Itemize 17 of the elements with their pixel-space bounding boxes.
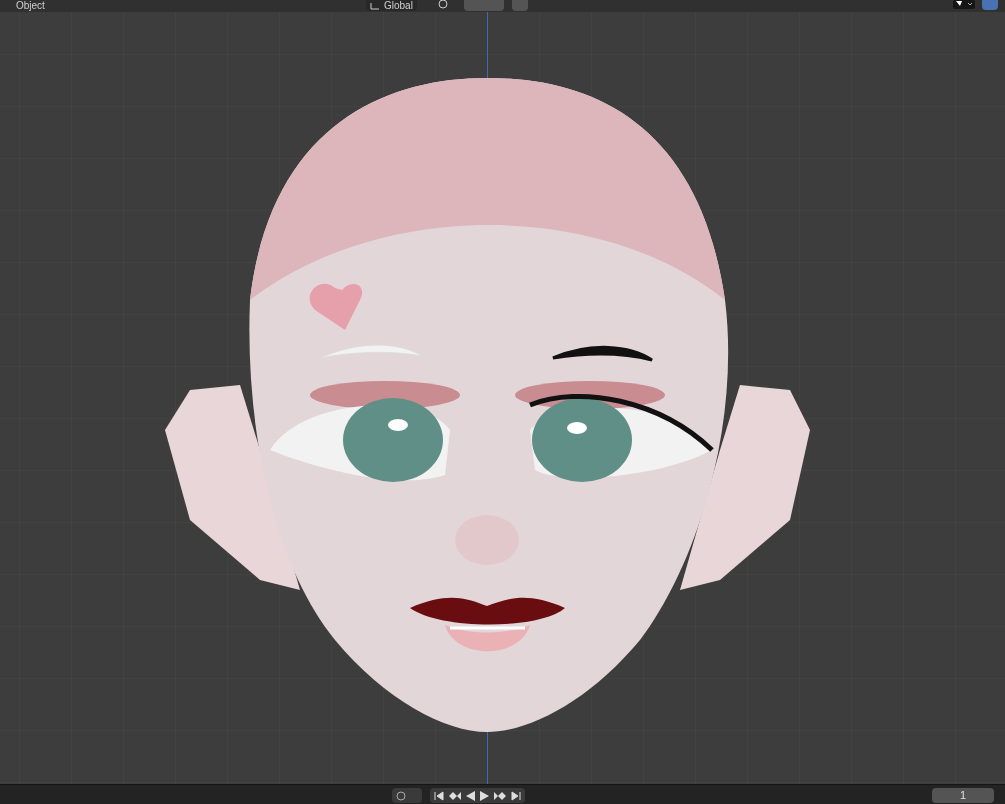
axes-icon bbox=[370, 1, 380, 10]
orientation-dropdown[interactable]: Global bbox=[366, 0, 417, 11]
prev-keyframe-icon[interactable] bbox=[449, 790, 461, 801]
mode-label[interactable]: Object bbox=[16, 1, 45, 11]
proportional-edit-toggle[interactable] bbox=[512, 0, 528, 11]
play-icon[interactable] bbox=[480, 790, 489, 801]
jump-start-icon[interactable] bbox=[434, 790, 444, 801]
pivot-icon[interactable] bbox=[437, 0, 449, 10]
next-keyframe-icon[interactable] bbox=[494, 790, 506, 801]
gizmo-dropdown[interactable] bbox=[953, 0, 975, 9]
snap-toggle[interactable] bbox=[464, 0, 504, 11]
jump-end-icon[interactable] bbox=[511, 790, 521, 801]
play-reverse-icon[interactable] bbox=[466, 790, 475, 801]
record-icon bbox=[396, 790, 406, 801]
current-frame-field[interactable]: 1 bbox=[932, 788, 994, 803]
overlay-toggle[interactable] bbox=[982, 0, 998, 10]
keying-dropdown[interactable] bbox=[392, 788, 422, 803]
